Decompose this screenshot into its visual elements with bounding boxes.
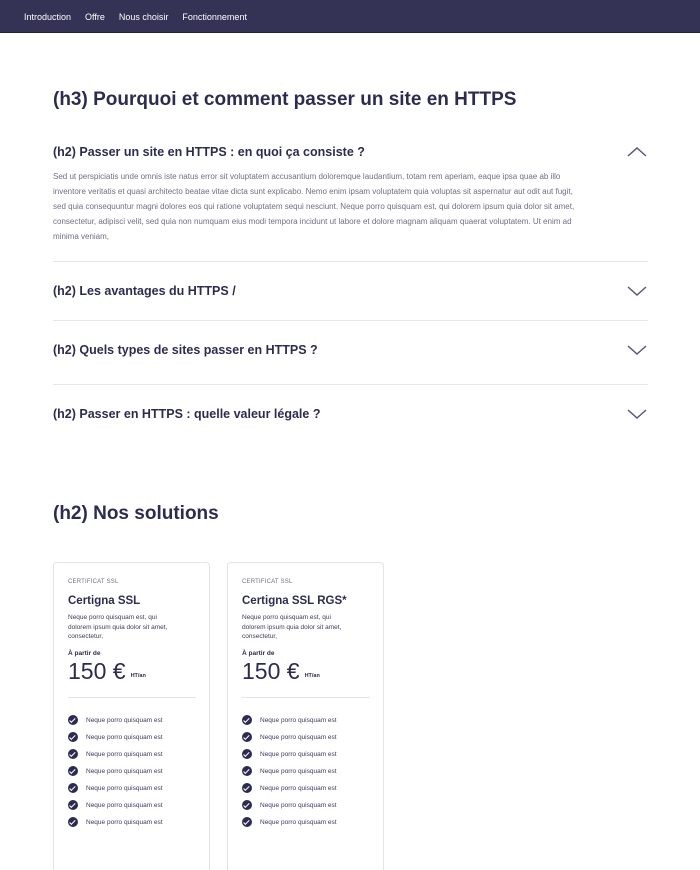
card-description: Neque porro quisquam est, qui dolorem ip… [68,614,168,640]
accordion-title: (h2) Quels types de sites passer en HTTP… [53,343,318,357]
feature-text: Neque porro quisquam est [86,733,163,741]
nav-item-introduction[interactable]: Introduction [24,12,71,22]
chevron-down-icon[interactable] [626,407,648,421]
feature-text: Neque porro quisquam est [260,750,337,758]
feature-item: Neque porro quisquam est [68,814,195,831]
price-row: 150 € HT/an [242,659,369,683]
divider [53,384,648,385]
feature-text: Neque porro quisquam est [86,750,163,758]
card-description: Neque porro quisquam est, qui dolorem ip… [242,614,342,640]
check-circle-icon [242,817,252,827]
accordion-header[interactable]: (h2) Les avantages du HTTPS / [53,284,648,298]
feature-text: Neque porro quisquam est [260,767,337,775]
feature-item: Neque porro quisquam est [242,780,369,797]
product-card-certigna-ssl[interactable]: CERTIFICAT SSL Certigna SSL Neque porro … [53,562,210,870]
price-row: 150 € HT/an [68,659,195,683]
price-from-label: À partir de [242,649,275,657]
accordion-item-avantages: (h2) Les avantages du HTTPS / [53,284,648,298]
price-unit: HT/an [304,672,320,679]
feature-text: Neque porro quisquam est [260,801,337,809]
accordion-item-https-consiste: (h2) Passer un site en HTTPS : en quoi ç… [53,145,648,244]
price-from-label: À partir de [68,649,101,657]
feature-item: Neque porro quisquam est [242,797,369,814]
price-amount: 150 € [242,657,300,684]
chevron-up-icon[interactable] [626,145,648,159]
feature-text: Neque porro quisquam est [86,784,163,792]
check-circle-icon [242,800,252,810]
accordion-item-types-sites: (h2) Quels types de sites passer en HTTP… [53,343,648,357]
feature-text: Neque porro quisquam est [86,818,163,826]
nav-item-nous-choisir[interactable]: Nous choisir [119,12,169,22]
check-circle-icon [242,783,252,793]
nav-item-offre[interactable]: Offre [85,12,105,22]
accordion-header[interactable]: (h2) Passer un site en HTTPS : en quoi ç… [53,145,648,159]
accordion-title: (h2) Passer un site en HTTPS : en quoi ç… [53,145,365,159]
feature-item: Neque porro quisquam est [242,746,369,763]
feature-item: Neque porro quisquam est [242,712,369,729]
feature-text: Neque porro quisquam est [260,818,337,826]
check-circle-icon [68,817,78,827]
accordion-header[interactable]: (h2) Quels types de sites passer en HTTP… [53,343,648,357]
check-circle-icon [68,766,78,776]
feature-text: Neque porro quisquam est [260,784,337,792]
check-circle-icon [68,783,78,793]
card-category: CERTIFICAT SSL [68,579,119,585]
check-circle-icon [242,749,252,759]
feature-item: Neque porro quisquam est [68,780,195,797]
feature-text: Neque porro quisquam est [260,716,337,724]
section-title: (h3) Pourquoi et comment passer un site … [53,89,517,110]
feature-text: Neque porro quisquam est [86,801,163,809]
divider [53,261,648,262]
check-circle-icon [242,715,252,725]
feature-text: Neque porro quisquam est [86,767,163,775]
price-amount: 150 € [68,657,126,684]
feature-text: Neque porro quisquam est [260,733,337,741]
feature-list: Neque porro quisquam est Neque porro qui… [68,712,195,831]
price-unit: HT/an [130,672,146,679]
accordion-item-valeur-legale: (h2) Passer en HTTPS : quelle valeur lég… [53,407,648,421]
card-divider [68,696,196,698]
feature-item: Neque porro quisquam est [68,729,195,746]
card-title: Certigna SSL [68,595,141,607]
check-circle-icon [68,800,78,810]
feature-item: Neque porro quisquam est [68,746,195,763]
feature-text: Neque porro quisquam est [86,716,163,724]
feature-item: Neque porro quisquam est [68,797,195,814]
feature-item: Neque porro quisquam est [242,814,369,831]
card-divider [242,696,370,698]
product-card-certigna-ssl-rgs[interactable]: CERTIFICAT SSL Certigna SSL RGS* Neque p… [227,562,384,870]
accordion-header[interactable]: (h2) Passer en HTTPS : quelle valeur lég… [53,407,648,421]
feature-item: Neque porro quisquam est [242,763,369,780]
chevron-down-icon[interactable] [626,343,648,357]
accordion-title: (h2) Les avantages du HTTPS / [53,284,236,298]
nav-item-fonctionnement[interactable]: Fonctionnement [182,12,247,22]
accordion-title: (h2) Passer en HTTPS : quelle valeur lég… [53,407,321,421]
top-nav: Introduction Offre Nous choisir Fonction… [0,0,700,33]
card-title: Certigna SSL RGS* [242,595,347,607]
divider [53,320,648,321]
chevron-down-icon[interactable] [626,284,648,298]
solutions-title: (h2) Nos solutions [53,503,219,524]
check-circle-icon [68,732,78,742]
check-circle-icon [242,766,252,776]
feature-list: Neque porro quisquam est Neque porro qui… [242,712,369,831]
feature-item: Neque porro quisquam est [68,763,195,780]
check-circle-icon [68,749,78,759]
feature-item: Neque porro quisquam est [68,712,195,729]
feature-item: Neque porro quisquam est [242,729,369,746]
accordion-body: Sed ut perspiciatis unde omnis iste natu… [53,172,575,241]
check-circle-icon [68,715,78,725]
card-category: CERTIFICAT SSL [242,579,293,585]
check-circle-icon [242,732,252,742]
